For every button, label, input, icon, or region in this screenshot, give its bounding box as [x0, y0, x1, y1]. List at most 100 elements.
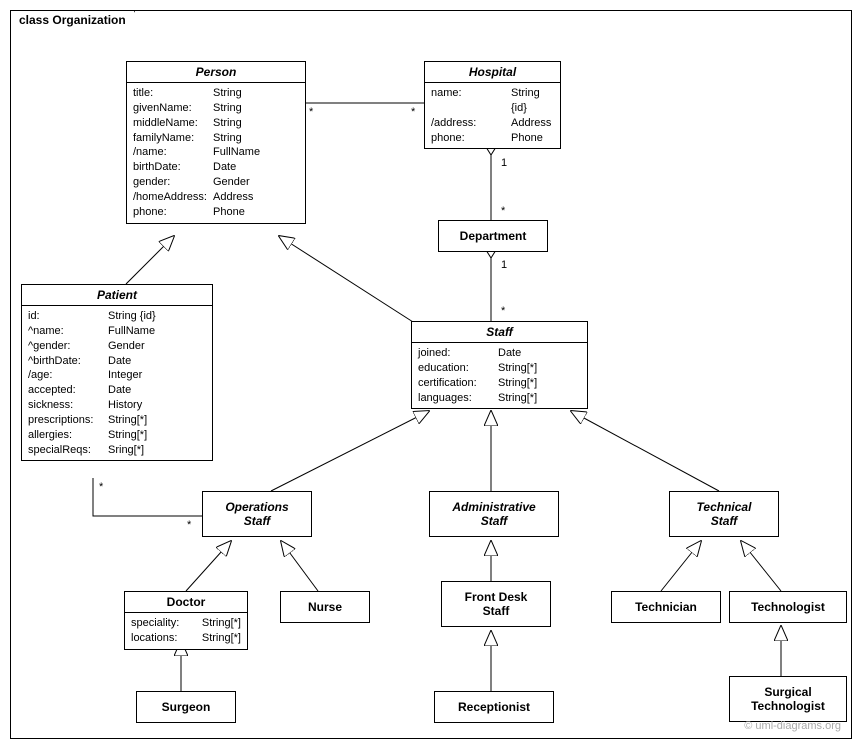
attr-row: certification:String[*] — [418, 376, 581, 391]
attr-type: String — [213, 86, 299, 101]
attr-name: certification: — [418, 376, 498, 391]
attr-name: speciality: — [131, 616, 202, 631]
attr-name: /homeAddress: — [133, 190, 213, 205]
class-hospital-title: Hospital — [425, 62, 560, 83]
attr-type: String — [213, 131, 299, 146]
attr-name: name: — [431, 86, 511, 116]
class-staff: Staff joined:Dateeducation:String[*]cert… — [411, 321, 588, 409]
attr-type: String {id} — [511, 86, 554, 116]
class-staff-attrs: joined:Dateeducation:String[*]certificat… — [412, 343, 587, 408]
attr-name: id: — [28, 309, 108, 324]
attr-row: title:String — [133, 86, 299, 101]
st-l1: Surgical — [764, 685, 811, 699]
attr-type: String[*] — [108, 413, 206, 428]
attr-type: Gender — [213, 175, 299, 190]
attr-name: accepted: — [28, 383, 108, 398]
frame-label-text: class Organization — [19, 13, 126, 27]
class-person-attrs: title:StringgivenName:StringmiddleName:S… — [127, 83, 305, 223]
attr-type: Date — [213, 160, 299, 175]
attr-row: accepted:Date — [28, 383, 206, 398]
class-doctor-attrs: speciality:String[*]locations:String[*] — [125, 613, 247, 649]
attr-name: birthDate: — [133, 160, 213, 175]
attr-row: speciality:String[*] — [131, 616, 241, 631]
attr-row: gender:Gender — [133, 175, 299, 190]
attr-row: ^name:FullName — [28, 324, 206, 339]
attr-name: joined: — [418, 346, 498, 361]
attr-row: locations:String[*] — [131, 631, 241, 646]
attr-row: familyName:String — [133, 131, 299, 146]
class-operations-staff: Operations Staff — [202, 491, 312, 537]
attr-name: familyName: — [133, 131, 213, 146]
attr-row: education:String[*] — [418, 361, 581, 376]
ops-l1: Operations — [225, 500, 288, 514]
attr-type: Phone — [213, 205, 299, 220]
attr-row: prescriptions:String[*] — [28, 413, 206, 428]
attr-type: Address — [213, 190, 299, 205]
attr-row: specialReqs:Sring[*] — [28, 443, 206, 458]
class-receptionist-title: Receptionist — [458, 700, 530, 714]
attr-row: ^gender:Gender — [28, 339, 206, 354]
attr-row: /age:Integer — [28, 368, 206, 383]
attr-row: middleName:String — [133, 116, 299, 131]
attr-name: /address: — [431, 116, 511, 131]
attr-name: ^birthDate: — [28, 354, 108, 369]
attr-type: Sring[*] — [108, 443, 206, 458]
attr-type: String[*] — [202, 631, 241, 646]
attr-row: /name:FullName — [133, 145, 299, 160]
class-technical-staff: Technical Staff — [669, 491, 779, 537]
attr-row: phone:Phone — [431, 131, 554, 146]
class-frame: class Organization — [10, 10, 852, 739]
attr-name: sickness: — [28, 398, 108, 413]
watermark: © uml-diagrams.org — [744, 720, 841, 732]
tech-l1: Technical — [697, 500, 752, 514]
class-department: Department — [438, 220, 548, 252]
attr-type: String[*] — [202, 616, 241, 631]
attr-name: /age: — [28, 368, 108, 383]
attr-row: name:String {id} — [431, 86, 554, 116]
attr-name: middleName: — [133, 116, 213, 131]
class-person: Person title:StringgivenName:Stringmiddl… — [126, 61, 306, 224]
class-administrative-staff: Administrative Staff — [429, 491, 559, 537]
attr-row: sickness:History — [28, 398, 206, 413]
attr-type: String[*] — [108, 428, 206, 443]
class-hospital-attrs: name:String {id}/address:Addressphone:Ph… — [425, 83, 560, 148]
attr-name: gender: — [133, 175, 213, 190]
attr-type: String — [213, 101, 299, 116]
attr-name: allergies: — [28, 428, 108, 443]
attr-name: givenName: — [133, 101, 213, 116]
attr-name: locations: — [131, 631, 202, 646]
attr-type: Gender — [108, 339, 206, 354]
attr-row: joined:Date — [418, 346, 581, 361]
admin-l1: Administrative — [452, 500, 535, 514]
attr-type: Date — [498, 346, 581, 361]
class-technician-title: Technician — [635, 600, 697, 614]
attr-name: phone: — [431, 131, 511, 146]
frame-label: class Organization — [10, 10, 135, 29]
attr-type: String — [213, 116, 299, 131]
class-technologist-title: Technologist — [751, 600, 825, 614]
mult-person-hospital-left: * — [309, 106, 313, 118]
attr-name: phone: — [133, 205, 213, 220]
attr-name: /name: — [133, 145, 213, 160]
attr-type: Integer — [108, 368, 206, 383]
attr-row: givenName:String — [133, 101, 299, 116]
class-hospital: Hospital name:String {id}/address:Addres… — [424, 61, 561, 149]
attr-type: FullName — [108, 324, 206, 339]
attr-type: History — [108, 398, 206, 413]
mult-hosp-dept-1: 1 — [501, 157, 507, 169]
attr-type: Date — [108, 383, 206, 398]
class-technician: Technician — [611, 591, 721, 623]
admin-l2: Staff — [481, 514, 507, 528]
attr-row: phone:Phone — [133, 205, 299, 220]
class-nurse: Nurse — [280, 591, 370, 623]
class-patient-title: Patient — [22, 285, 212, 306]
mult-dept-staff-1: 1 — [501, 259, 507, 271]
class-patient-attrs: id:String {id}^name:FullName^gender:Gend… — [22, 306, 212, 460]
attr-row: id:String {id} — [28, 309, 206, 324]
mult-hosp-dept-star: * — [501, 205, 505, 217]
attr-row: birthDate:Date — [133, 160, 299, 175]
attr-name: title: — [133, 86, 213, 101]
st-l2: Technologist — [751, 699, 825, 713]
class-surgical-technologist: Surgical Technologist — [729, 676, 847, 722]
attr-type: String[*] — [498, 376, 581, 391]
